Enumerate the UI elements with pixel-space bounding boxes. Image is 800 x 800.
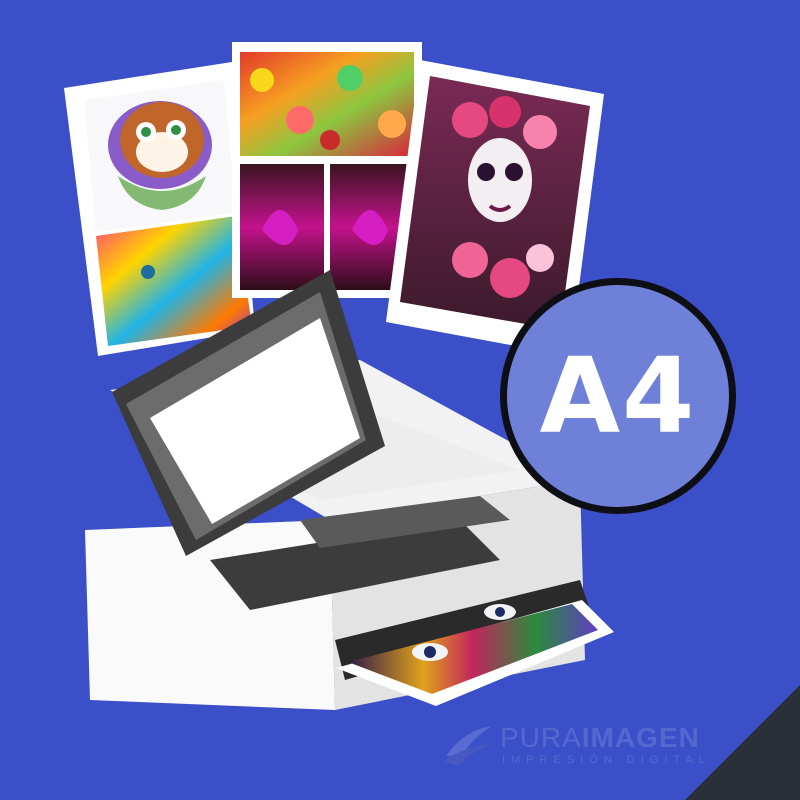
painted-face-photo (96, 216, 252, 346)
logo-word-light: PURA (500, 722, 582, 753)
photo-card-center (232, 42, 422, 298)
logo-tagline: IMPRESIÓN DIGITAL (502, 754, 711, 766)
promo-image: A4 PURAIMAGEN IMPRESIÓN DIGITAL (0, 0, 800, 800)
photo-card-left (64, 62, 255, 356)
logo-wordmark: PURAIMAGEN (500, 722, 700, 754)
logo-mark-icon (442, 726, 492, 766)
size-badge: A4 (500, 278, 736, 514)
logo-word-bold: IMAGEN (581, 722, 700, 753)
badge-label: A4 (539, 335, 697, 457)
brand-logo: PURAIMAGEN IMPRESIÓN DIGITAL (440, 716, 770, 776)
